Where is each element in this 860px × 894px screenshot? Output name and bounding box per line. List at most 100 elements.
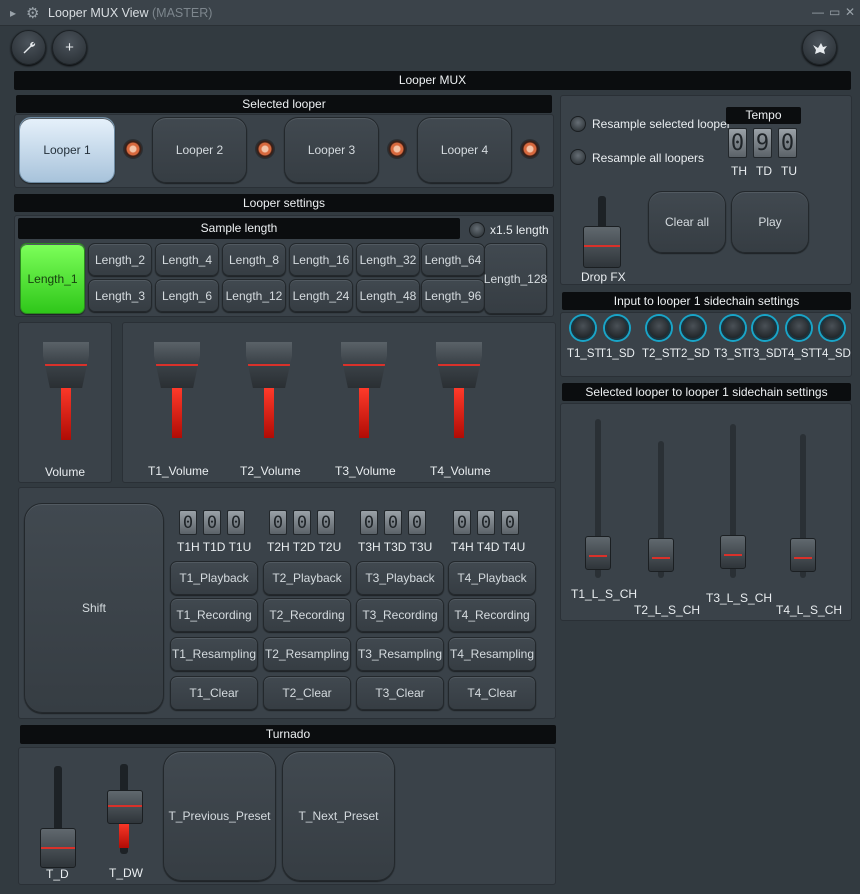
t3-clear-button[interactable]: T3_Clear [356,676,444,710]
length-button-length-48[interactable]: Length_48 [356,279,420,312]
tempo-tu-digit[interactable]: 0 [778,128,797,158]
minimize-button[interactable]: — [812,5,824,19]
x15-length-radio[interactable] [469,222,485,238]
sidechain-knob-t2-st-icon[interactable] [647,316,671,340]
looper-mux-header: Looper MUX [14,71,851,90]
t1-l-s-ch-fader[interactable] [585,536,611,570]
drop-fx-fader[interactable] [583,226,621,268]
t3-resampling-button[interactable]: T3_Resampling [356,637,444,671]
t3-recording-button[interactable]: T3_Recording [356,598,444,632]
t1-recording-button[interactable]: T1_Recording [170,598,258,632]
length-button-length-12[interactable]: Length_12 [222,279,286,312]
sidechain-knob-t1-st-icon[interactable] [571,316,595,340]
previous-preset-button[interactable]: T_Previous_Preset [163,751,276,881]
t3-playback-button[interactable]: T3_Playback [356,561,444,595]
sidechain-knob-t1-sd-icon[interactable] [605,316,629,340]
resample-all-label: Resample all loopers [592,151,705,165]
t-dw-fader[interactable] [107,790,143,824]
t2-playback-button[interactable]: T2_Playback [263,561,351,595]
length-button-length-6[interactable]: Length_6 [155,279,219,312]
looper-4-led-icon [520,139,540,159]
close-button[interactable]: ✕ [845,5,855,19]
tempo-th-digit[interactable]: 0 [728,128,747,158]
t2-clear-button[interactable]: T2_Clear [263,676,351,710]
t1-playback-button[interactable]: T1_Playback [170,561,258,595]
t4-playback-button[interactable]: T4_Playback [448,561,536,595]
t-d-fader[interactable] [40,828,76,868]
master-volume-fader-level [61,385,71,440]
tempo-td-digit[interactable]: 9 [753,128,772,158]
t1-counter-digit-3[interactable]: 0 [227,510,245,535]
t2-l-s-ch-label: T2_L_S_CH [634,603,701,617]
t1-clear-button[interactable]: T1_Clear [170,676,258,710]
resample-all-radio[interactable] [570,149,586,165]
length-button-length-3[interactable]: Length_3 [88,279,152,312]
t3-counter-digit-1[interactable]: 0 [360,510,378,535]
t1-counter-digit-1[interactable]: 0 [179,510,197,535]
t3-l-s-ch-cap-line [724,554,742,556]
t-d-label: T_D [46,867,69,881]
maximize-button[interactable]: ▭ [829,5,840,19]
resample-selected-radio[interactable] [570,116,586,132]
t1-resampling-button[interactable]: T1_Resampling [170,637,258,671]
clear-all-button[interactable]: Clear all [648,191,726,253]
t2-resampling-button[interactable]: T2_Resampling [263,637,351,671]
pegasus-button[interactable] [802,30,837,65]
t-dw-label: T_DW [109,866,143,880]
length-button-length-64[interactable]: Length_64 [421,243,485,276]
length-button-length-24[interactable]: Length_24 [289,279,353,312]
t4-recording-button[interactable]: T4_Recording [448,598,536,632]
looper-1-button[interactable]: Looper 1 [19,117,115,183]
t4-counter-digit-2[interactable]: 0 [477,510,495,535]
t2-counter-digit-2[interactable]: 0 [293,510,311,535]
length-button-length-8[interactable]: Length_8 [222,243,286,276]
sidechain-knob-label-t2-sd: T2_SD [674,348,710,360]
play-button[interactable]: Play [731,191,809,253]
sidechain-knob-label-t3-st: T3_ST [714,348,749,360]
add-button[interactable]: + [52,30,87,65]
t4-volume-fader-cap[interactable] [436,342,482,388]
t4-resampling-button[interactable]: T4_Resampling [448,637,536,671]
t3-counter-digit-3[interactable]: 0 [408,510,426,535]
sidechain-knob-t4-sd-icon[interactable] [820,316,844,340]
length-1-button[interactable]: Length_1 [20,243,85,314]
sidechain-knob-t3-st-icon[interactable] [721,316,745,340]
gear-icon[interactable]: ⚙ [26,4,39,22]
t2-counter-digit-3[interactable]: 0 [317,510,335,535]
t4-clear-button[interactable]: T4_Clear [448,676,536,710]
wrench-icon [23,41,35,53]
t1-volume-fader-cap[interactable] [154,342,200,388]
length-button-length-4[interactable]: Length_4 [155,243,219,276]
shift-button[interactable]: Shift [24,503,164,713]
next-preset-button[interactable]: T_Next_Preset [282,751,395,881]
t3-counter-digit-2[interactable]: 0 [384,510,402,535]
t4-volume-fader-cap-line [438,364,480,366]
looper-3-button[interactable]: Looper 3 [284,117,379,183]
t2-recording-button[interactable]: T2_Recording [263,598,351,632]
sidechain-knob-t4-st-icon[interactable] [787,316,811,340]
sidechain-knob-t2-sd-icon[interactable] [681,316,705,340]
t4-counter-digit-3[interactable]: 0 [501,510,519,535]
length-128-button[interactable]: Length_128 [484,243,547,314]
master-volume-fader-cap[interactable] [43,342,89,388]
collapse-arrow-icon[interactable]: ▸ [10,6,16,20]
t4-l-s-ch-fader[interactable] [790,538,816,572]
length-button-length-32[interactable]: Length_32 [356,243,420,276]
t2-counter-digit-1[interactable]: 0 [269,510,287,535]
length-button-length-16[interactable]: Length_16 [289,243,353,276]
t1-counter-digit-2[interactable]: 0 [203,510,221,535]
t3-volume-fader-cap[interactable] [341,342,387,388]
t3-l-s-ch-fader[interactable] [720,535,746,569]
wrench-button[interactable] [11,30,46,65]
looper-4-button[interactable]: Looper 4 [417,117,512,183]
length-button-length-2[interactable]: Length_2 [88,243,152,276]
length-button-length-96[interactable]: Length_96 [421,279,485,312]
t3-counter-label: T3H T3D T3U [358,540,433,554]
t4-counter-digit-1[interactable]: 0 [453,510,471,535]
master-volume-fader-cap-line [45,364,87,366]
sidechain-knob-t3-sd-icon[interactable] [753,316,777,340]
looper-2-button[interactable]: Looper 2 [152,117,247,183]
resample-selected-label: Resample selected looper [592,117,731,131]
t2-volume-fader-cap[interactable] [246,342,292,388]
t2-l-s-ch-fader[interactable] [648,538,674,572]
